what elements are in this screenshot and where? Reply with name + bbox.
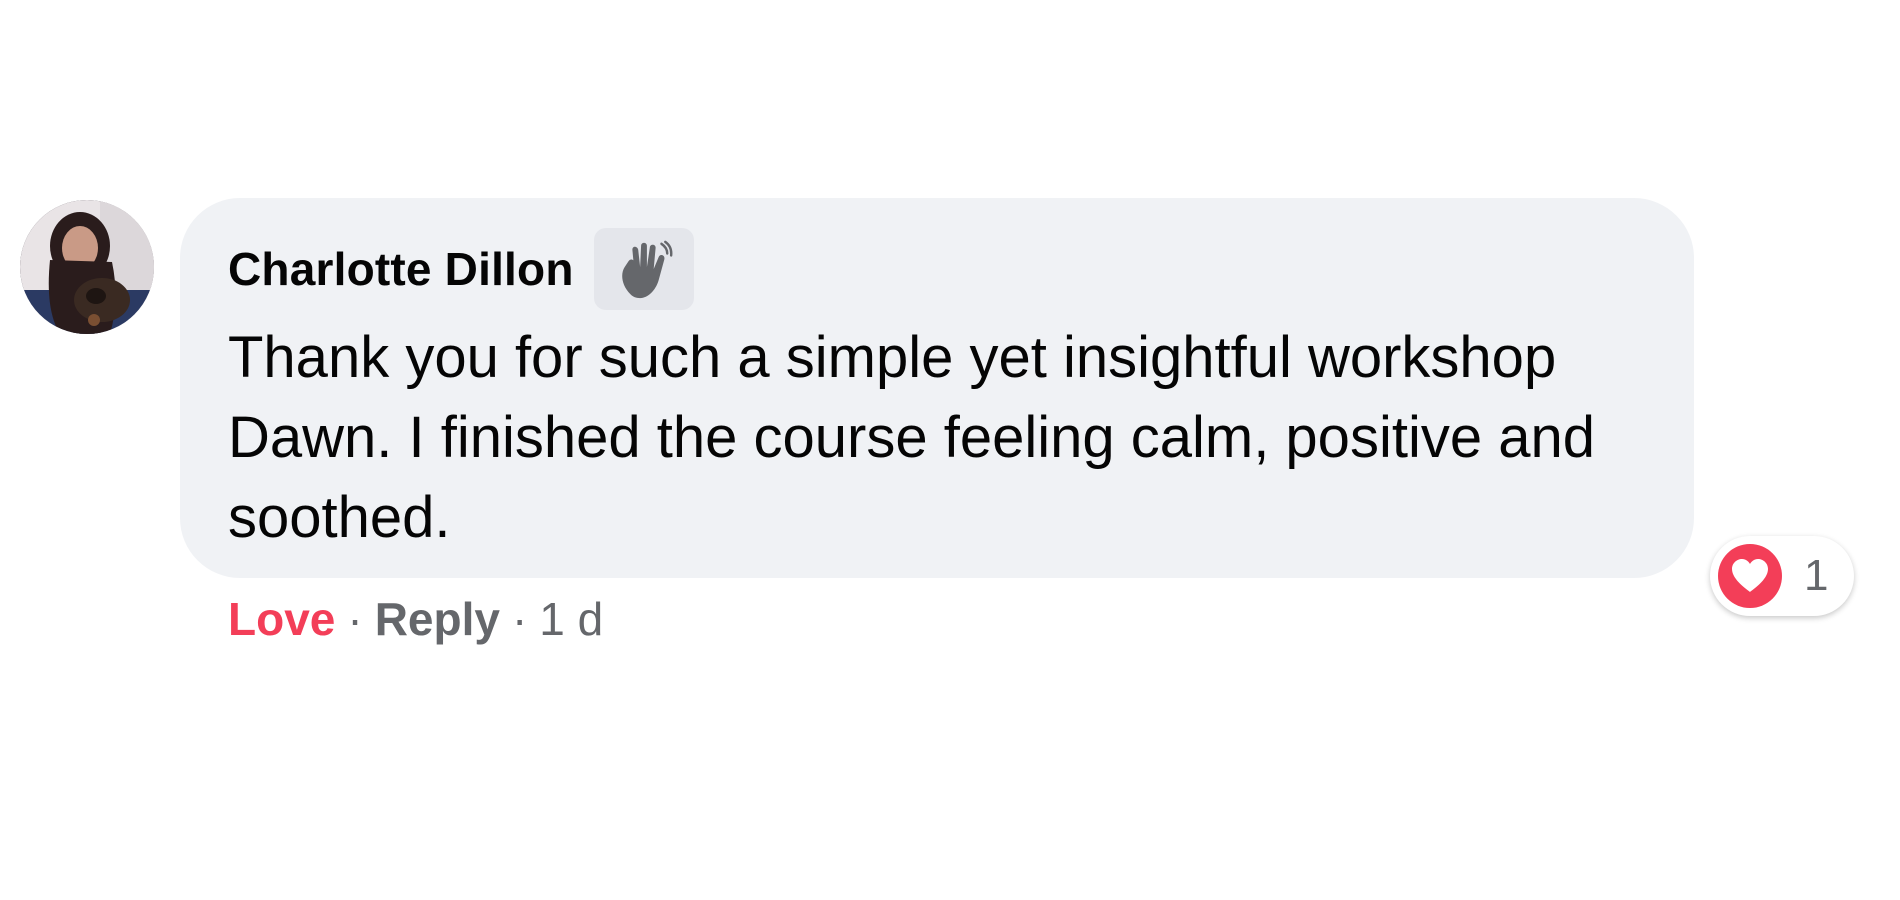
- comment-text: Thank you for such a simple yet insightf…: [228, 325, 1595, 550]
- comment-bubble: Charlotte Dillon Thank you for such a si…: [180, 198, 1694, 578]
- separator: ·: [511, 593, 528, 645]
- waving-hand-icon-graphic: [621, 240, 673, 299]
- separator: ·: [347, 593, 363, 645]
- timestamp[interactable]: 1 d: [539, 592, 603, 646]
- reply-button[interactable]: Reply: [375, 592, 500, 646]
- comment-actions: Love · Reply · 1 d: [228, 584, 603, 654]
- author-name[interactable]: Charlotte Dillon: [228, 242, 574, 296]
- love-button[interactable]: Love: [228, 592, 335, 646]
- heart-icon-graphic: [1732, 559, 1768, 592]
- heart-icon: [1718, 544, 1782, 608]
- avatar[interactable]: [20, 200, 154, 334]
- waving-hand-icon[interactable]: [593, 228, 694, 310]
- reaction-count: 1: [1804, 551, 1829, 600]
- avatar-photo: [20, 200, 154, 334]
- author-row: Charlotte Dillon: [228, 228, 1646, 310]
- reaction-summary[interactable]: 1: [1710, 536, 1854, 616]
